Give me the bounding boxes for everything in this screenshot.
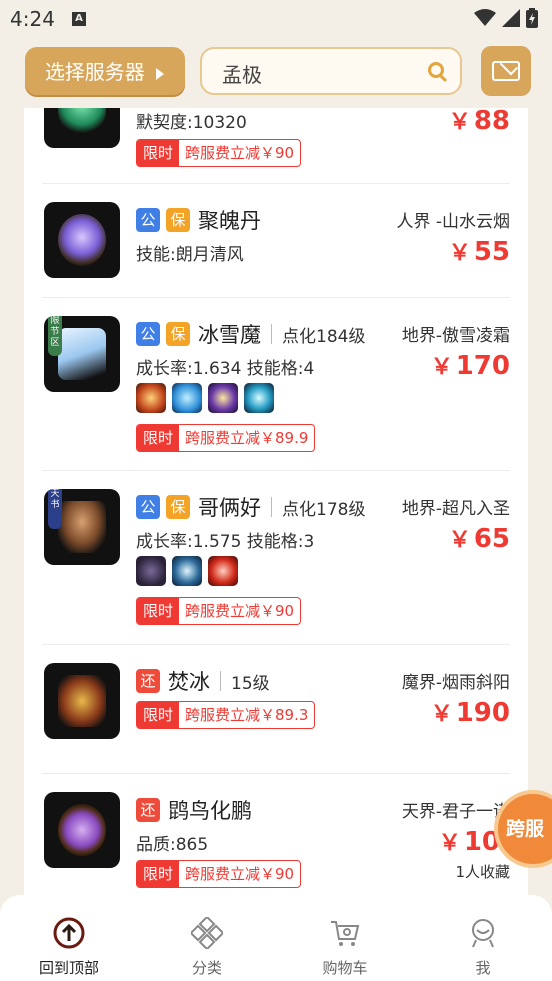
- item-server: 人界 -山水云烟: [396, 212, 510, 232]
- item-thumbnail: [44, 202, 120, 278]
- skill-dark-icon: [136, 556, 166, 586]
- status-time: 4:24: [10, 7, 55, 31]
- search-box[interactable]: [200, 47, 462, 95]
- user-icon: [472, 919, 494, 948]
- skill-flame-icon: [208, 556, 238, 586]
- promo-badge: 限时 跨服费立减￥90: [136, 860, 302, 888]
- public-tag: 公: [136, 322, 160, 346]
- item-name: 鹍鸟化鹏: [168, 799, 252, 823]
- item-favorites: 1人收藏: [455, 863, 510, 881]
- select-server-button[interactable]: 选择服务器: [25, 47, 185, 97]
- item-price: ￥ 10: [438, 827, 500, 857]
- skill-ice-icon: [172, 556, 202, 586]
- item-price: ￥ 65: [448, 524, 510, 554]
- promo-badge: 限时 跨服费立减￥89.9: [136, 424, 316, 452]
- tab-back-to-top[interactable]: 回到顶部: [0, 895, 138, 981]
- skill-fire-icon: [136, 383, 166, 413]
- list-item[interactable]: 默契度:10320 ￥ 88 限时 跨服费立减￥90: [42, 108, 510, 184]
- tab-me[interactable]: 我: [414, 895, 552, 981]
- promo-badge: 限时 跨服费立减￥90: [136, 597, 302, 625]
- list-item[interactable]: 还 焚冰 15级 魔界-烟雨斜阳 ￥ 190 限时 跨服费立减￥89.3: [42, 644, 510, 774]
- item-server: 地界-傲雪凌霜: [401, 326, 510, 346]
- item-name: 焚冰: [168, 670, 210, 694]
- guarantee-tag: 保: [166, 495, 190, 519]
- search-icon[interactable]: [428, 62, 444, 78]
- item-server: 魔界-烟雨斜阳: [401, 673, 510, 693]
- item-server: 天界-君子一诺: [401, 802, 510, 822]
- item-level: 15级: [231, 673, 270, 694]
- public-tag: 公: [136, 495, 160, 519]
- skill-spark-icon: [208, 383, 238, 413]
- item-thumbnail: 限节区: [44, 316, 120, 392]
- item-thumbnail: 天书: [44, 489, 120, 565]
- promo-badge: 限时 跨服费立减￥90: [136, 139, 302, 167]
- tab-cart[interactable]: 购物车: [276, 895, 414, 981]
- item-ribbon: 天书: [48, 489, 62, 529]
- item-growth: 成长率:1.575 技能格:3: [136, 532, 315, 552]
- list-item[interactable]: 还 鹍鸟化鹏 天界-君子一诺 品质:865 ￥ 10 1人收藏 限时 跨服费立减￥9…: [42, 773, 510, 898]
- list-item[interactable]: 限节区 公 保 冰雪魔 点化184级 地界-傲雪凌霜 成长率:1.634 技能格…: [42, 297, 510, 471]
- envelope-icon: [492, 61, 520, 81]
- arrow-up-circle-icon: [53, 917, 85, 949]
- item-price: ￥ 170: [430, 351, 510, 381]
- item-price: ￥ 88: [448, 108, 510, 136]
- item-thumbnail: [44, 792, 120, 868]
- return-tag: 还: [136, 669, 160, 693]
- public-tag: 公: [136, 208, 160, 232]
- category-diamond-icon: [191, 917, 223, 949]
- signal-icon: [502, 9, 520, 27]
- item-name: 聚魄丹: [198, 209, 261, 233]
- item-growth: 成长率:1.634 技能格:4: [136, 359, 315, 379]
- select-server-label: 选择服务器: [44, 60, 145, 84]
- guarantee-tag: 保: [166, 208, 190, 232]
- list-item[interactable]: 公 保 聚魄丹 人界 -山水云烟 技能:朗月清风 ￥ 55: [42, 183, 510, 298]
- item-tacit: 默契度:10320: [136, 113, 247, 133]
- skill-icons: [136, 556, 238, 586]
- message-button[interactable]: [481, 46, 531, 96]
- list-item[interactable]: 天书 公 保 哥俩好 点化178级 地界-超凡入圣 成长率:1.575 技能格:…: [42, 470, 510, 645]
- battery-icon: [526, 8, 538, 28]
- tab-category[interactable]: 分类: [138, 895, 276, 981]
- item-name: 冰雪魔: [198, 323, 261, 347]
- item-quality: 品质:865: [136, 835, 209, 855]
- item-level: 点化178级: [282, 499, 366, 520]
- caret-right-icon: [156, 67, 165, 80]
- skill-wind-icon: [172, 383, 202, 413]
- guarantee-tag: 保: [166, 322, 190, 346]
- item-thumbnail: [44, 108, 120, 148]
- notification-icon: A: [72, 12, 86, 26]
- item-price: ￥ 55: [448, 237, 510, 267]
- skill-icons: [136, 383, 274, 413]
- bottom-tab-bar: 回到顶部 分类 购物车 我: [0, 895, 552, 981]
- status-bar: 4:24 A: [0, 0, 552, 40]
- item-server: 地界-超凡入圣: [401, 499, 510, 519]
- item-thumbnail: [44, 663, 120, 739]
- header: 选择服务器: [0, 40, 552, 108]
- promo-badge: 限时 跨服费立减￥89.3: [136, 701, 316, 729]
- status-icons: [474, 8, 538, 28]
- item-level: 点化184级: [282, 326, 366, 347]
- item-price: ￥ 190: [430, 698, 510, 728]
- item-skill: 技能:朗月清风: [136, 245, 244, 265]
- item-name: 哥俩好: [198, 496, 261, 520]
- skill-orb-icon: [244, 383, 274, 413]
- cart-icon: [331, 921, 360, 946]
- item-ribbon: 限节区: [48, 316, 62, 356]
- item-list[interactable]: 默契度:10320 ￥ 88 限时 跨服费立减￥90 公 保 聚魄丹 人界 -山水云…: [24, 108, 528, 898]
- wifi-icon: [474, 9, 496, 26]
- return-tag: 还: [136, 798, 160, 822]
- search-input[interactable]: [220, 57, 414, 89]
